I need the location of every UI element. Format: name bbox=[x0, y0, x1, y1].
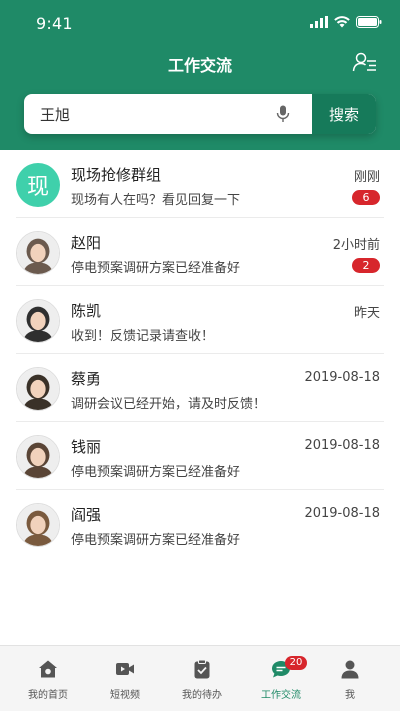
tab-profile[interactable]: 我 bbox=[310, 646, 390, 711]
tab-label: 我的首页 bbox=[28, 690, 68, 701]
search-bar: 搜索 bbox=[24, 94, 376, 134]
avatar bbox=[16, 367, 60, 411]
conversation-row[interactable]: 钱丽停电预案调研方案已经准备好 2019-08-18 bbox=[16, 422, 384, 490]
conversation-row[interactable]: 蔡勇调研会议已经开始，请及时反馈！ 2019-08-18 bbox=[16, 354, 384, 422]
conversation-list: 现现场抢修群组现场有人在吗？看见回复一下 刚刚 6 赵阳停电预案调研方案已经准备好 2小… bbox=[0, 150, 400, 558]
tab-label: 我 bbox=[345, 690, 355, 701]
battery-icon bbox=[356, 16, 382, 28]
person-photo-icon bbox=[17, 232, 59, 274]
message-time: 2019-08-18 bbox=[304, 370, 380, 385]
last-message: 停电预案调研方案已经准备好 bbox=[71, 261, 241, 276]
signal-icon bbox=[310, 16, 328, 28]
tab-todo[interactable]: 我的待办 bbox=[162, 646, 242, 711]
todo-icon bbox=[194, 659, 210, 679]
contact-name: 赵阳 bbox=[71, 234, 102, 252]
person-photo-icon bbox=[17, 300, 59, 342]
wifi-icon bbox=[334, 16, 350, 28]
conversation-row[interactable]: 陈凯收到！反馈记录请查收！ 昨天 bbox=[16, 286, 384, 354]
status-bar: 9:41 bbox=[0, 0, 400, 46]
contacts-icon bbox=[352, 52, 376, 72]
group-avatar: 现 bbox=[16, 163, 60, 207]
last-message: 收到！反馈记录请查收！ bbox=[71, 329, 215, 344]
last-message: 停电预案调研方案已经准备好 bbox=[71, 533, 241, 548]
person-photo-icon bbox=[17, 368, 59, 410]
video-icon bbox=[116, 663, 134, 675]
conversation-row[interactable]: 阎强停电预案调研方案已经准备好 2019-08-18 bbox=[16, 490, 384, 558]
last-message: 停电预案调研方案已经准备好 bbox=[71, 465, 241, 480]
avatar bbox=[16, 299, 60, 343]
contacts-button[interactable] bbox=[352, 50, 378, 76]
bottom-tab-bar: 我的首页 短视频 我的待办 20 工作交流 我 bbox=[0, 645, 400, 711]
tab-label: 我的待办 bbox=[182, 690, 222, 701]
profile-icon bbox=[341, 660, 359, 679]
message-time: 2019-08-18 bbox=[304, 438, 380, 453]
contact-name: 蔡勇 bbox=[71, 370, 102, 388]
conversation-row[interactable]: 赵阳停电预案调研方案已经准备好 2小时前 2 bbox=[16, 218, 384, 286]
message-time: 2019-08-18 bbox=[304, 506, 380, 521]
message-time: 刚刚 bbox=[353, 170, 380, 185]
tab-home[interactable]: 我的首页 bbox=[8, 646, 88, 711]
last-message: 现场有人在吗？看见回复一下 bbox=[71, 193, 241, 208]
unread-badge: 2 bbox=[352, 258, 380, 273]
status-icons bbox=[310, 15, 382, 29]
page-title: 工作交流 bbox=[167, 56, 232, 75]
message-time: 2小时前 bbox=[332, 238, 380, 253]
contact-name: 现场抢修群组 bbox=[71, 166, 162, 184]
person-photo-icon bbox=[17, 436, 59, 478]
tab-video[interactable]: 短视频 bbox=[85, 646, 165, 711]
status-time: 9:41 bbox=[36, 14, 73, 33]
conversation-row[interactable]: 现现场抢修群组现场有人在吗？看见回复一下 刚刚 6 bbox=[16, 150, 384, 218]
contact-name: 钱丽 bbox=[71, 438, 102, 456]
tab-label: 工作交流 bbox=[261, 690, 301, 701]
contact-name: 阎强 bbox=[71, 506, 102, 524]
search-button[interactable]: 搜索 bbox=[312, 94, 376, 134]
app-header: 9:41 工作交流 王旭 搜索 bbox=[0, 0, 400, 150]
avatar bbox=[16, 231, 60, 275]
tab-label: 短视频 bbox=[110, 690, 140, 701]
avatar bbox=[16, 435, 60, 479]
unread-badge: 6 bbox=[352, 190, 380, 205]
last-message: 调研会议已经开始，请及时反馈！ bbox=[71, 397, 267, 412]
avatar bbox=[16, 503, 60, 547]
message-time: 昨天 bbox=[353, 306, 380, 321]
contact-name: 陈凯 bbox=[71, 302, 102, 320]
search-input[interactable] bbox=[24, 94, 312, 134]
microphone-icon[interactable] bbox=[276, 105, 290, 123]
home-icon bbox=[39, 660, 57, 678]
person-photo-icon bbox=[17, 504, 59, 546]
unread-badge: 20 bbox=[285, 656, 307, 670]
tab-work-chat[interactable]: 20 工作交流 bbox=[241, 646, 321, 711]
